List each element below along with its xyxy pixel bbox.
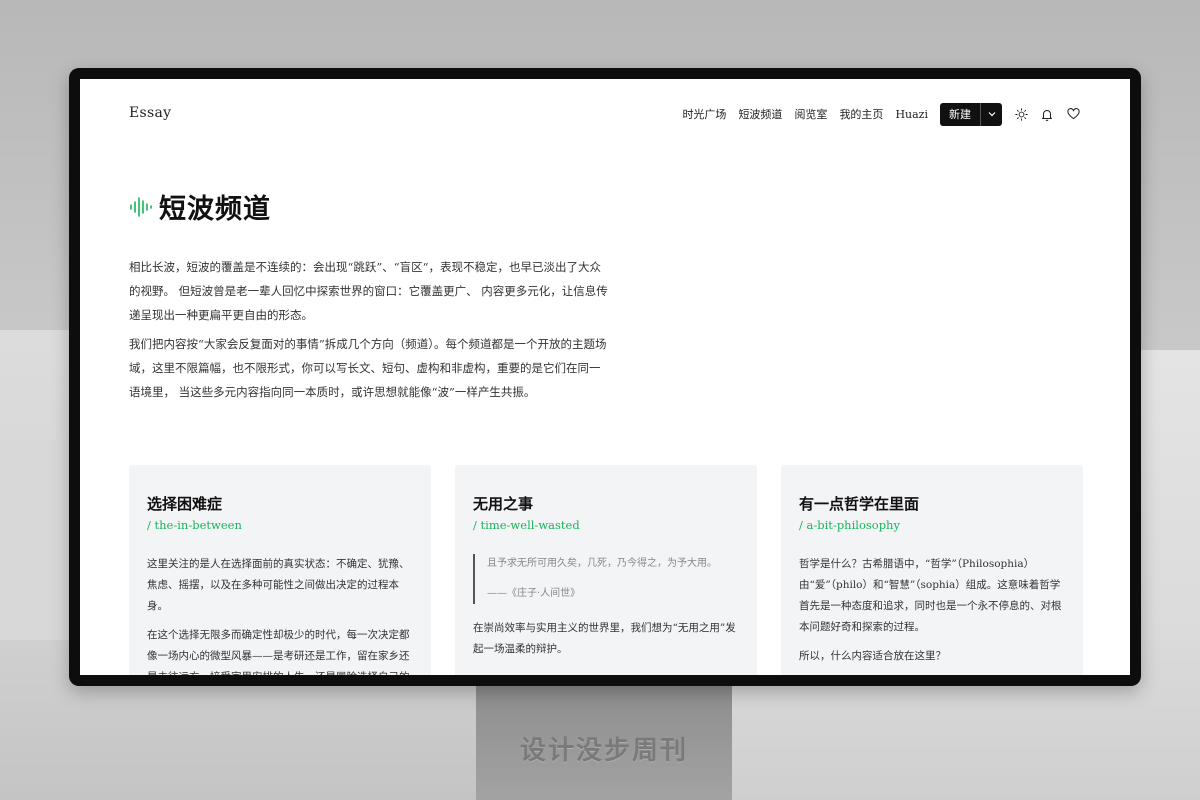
chevron-down-icon [988, 112, 995, 117]
nav-link-my-home[interactable]: 我的主页 [839, 106, 883, 122]
intro-paragraph: 相比长波，短波的覆盖是不连续的：会出现“跳跃”、“盲区“，表现不稳定，也早已淡出… [129, 260, 608, 322]
channel-card-philosophy[interactable]: 有一点哲学在里面 / a-bit-philosophy 哲学是什么？古希腊语中，… [781, 465, 1083, 675]
card-paragraph: 这里关注的是人在选择面前的真实状态：不确定、犹豫、焦虑、摇摆，以及在多种可能性之… [147, 558, 410, 612]
new-button[interactable]: 新建 [940, 103, 980, 126]
quote-text: 且予求无所可用久矣，几死，乃今得之，为予大用。 [487, 558, 717, 569]
page-header: 短波频道 [129, 187, 271, 226]
card-paragraph: 在崇尚效率与实用主义的世界里，我们想为“无用之用”发起一场温柔的辩护。 [473, 622, 736, 655]
top-nav: 时光广场 短波频道 阅览室 我的主页 Huazi 新建 [682, 102, 1080, 126]
card-slug: / the-in-between [147, 518, 242, 532]
card-paragraph: 哲学是什么？古希腊语中，“哲学”（Philosophia）由“爱”（philo）… [799, 558, 1062, 633]
page-title: 短波频道 [159, 194, 271, 225]
favorites-button[interactable] [1066, 107, 1080, 121]
screen: Essay 时光广场 短波频道 阅览室 我的主页 Huazi 新建 短波频道 相… [80, 79, 1130, 675]
channel-card-useless-things[interactable]: 无用之事 / time-well-wasted 且予求无所可用久矣，几死，乃今得… [455, 465, 757, 675]
card-title: 有一点哲学在里面 [799, 495, 920, 513]
card-title: 选择困难症 [147, 495, 223, 513]
nav-link-user[interactable]: Huazi [895, 108, 928, 121]
card-title: 无用之事 [473, 495, 534, 513]
notifications-button[interactable] [1040, 107, 1054, 121]
card-paragraph: 在这个选择无限多而确定性却极少的时代，每一次决定都像一场内心的微型风暴——是考研… [147, 629, 410, 675]
card-slug: / time-well-wasted [473, 518, 580, 532]
new-button-group: 新建 [940, 102, 1002, 126]
quote-source: ——《庄子·人间世》 [487, 588, 581, 599]
card-slug: / a-bit-philosophy [799, 518, 900, 532]
nav-link-shortwave[interactable]: 短波频道 [738, 106, 782, 122]
new-menu-toggle[interactable] [980, 102, 1002, 126]
card-paragraph: 所以，什么内容适合放在这里？ [799, 650, 946, 662]
sun-icon [1014, 107, 1028, 121]
intro-text: 相比长波，短波的覆盖是不连续的：会出现“跳跃”、“盲区“，表现不稳定，也早已淡出… [129, 255, 609, 409]
theme-toggle[interactable] [1014, 107, 1028, 121]
sound-wave-icon [130, 196, 152, 217]
channel-card-indecision[interactable]: 选择困难症 / the-in-between 这里关注的是人在选择面前的真实状态… [129, 465, 431, 675]
heart-icon [1066, 108, 1080, 120]
card-quote: 且予求无所可用久矣，几死，乃今得之，为予大用。 ——《庄子·人间世》 [473, 554, 739, 604]
nav-link-reading-room[interactable]: 阅览室 [794, 106, 827, 122]
stand-watermark: 设计没步周刊 [519, 736, 688, 766]
nav-link-plaza[interactable]: 时光广场 [682, 106, 726, 122]
card-description: 哲学是什么？古希腊语中，“哲学”（Philosophia）由“爱”（philo）… [799, 554, 1065, 667]
intro-paragraph: 我们把内容按“大家会反复面对的事情”拆成几个方向（频道）。每个频道都是一个开放的… [129, 337, 607, 399]
card-description: 这里关注的是人在选择面前的真实状态：不确定、犹豫、焦虑、摇摆，以及在多种可能性之… [147, 554, 413, 675]
bell-icon [1042, 109, 1052, 121]
site-logo[interactable]: Essay [129, 105, 171, 121]
